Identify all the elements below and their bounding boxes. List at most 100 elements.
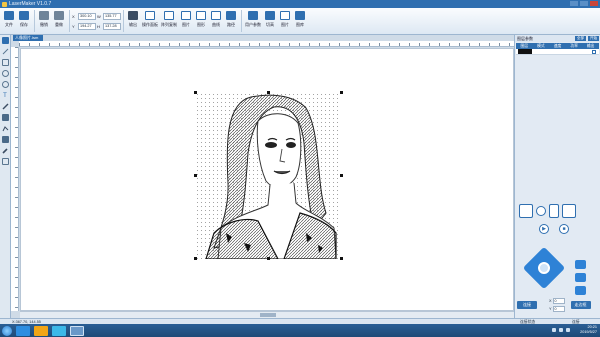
frame-tool-icon[interactable] xyxy=(1,158,9,165)
portrait-image[interactable] xyxy=(196,93,341,259)
play-button[interactable]: ▶ xyxy=(539,224,549,234)
stamp-tool-icon[interactable] xyxy=(1,136,9,143)
z-down-button[interactable] xyxy=(575,286,586,295)
polygon-tool-icon[interactable] xyxy=(1,81,9,88)
path-button[interactable]: 路径 xyxy=(224,8,238,34)
layer-panel-title: 图层参数 xyxy=(517,36,533,41)
minimize-button[interactable] xyxy=(570,1,578,6)
toolbar-divider xyxy=(123,10,124,32)
horizontal-ruler xyxy=(19,41,514,47)
all-button[interactable]: 全部 xyxy=(575,36,586,41)
selection-handle[interactable] xyxy=(340,91,343,94)
stop-button[interactable]: ■ xyxy=(559,224,569,234)
user-params-button[interactable]: 用户参数 xyxy=(244,8,262,34)
timer-icon[interactable] xyxy=(536,206,546,216)
layer-color-swatch xyxy=(518,49,532,54)
app-icon-2[interactable] xyxy=(52,325,66,336)
device-icon[interactable] xyxy=(549,204,559,218)
coordinate-fields: X 300.10 W 135.77 Y 194.27 H 137.28 xyxy=(72,12,121,30)
window-title: LaserMaker V1.0.7 xyxy=(9,1,52,7)
clock-date: 2019/5/27 xyxy=(580,330,597,334)
network-icon[interactable] xyxy=(552,328,556,332)
position-controls: 连接 X0 Y0 走边框 xyxy=(517,295,599,315)
browser-icon[interactable] xyxy=(16,325,30,336)
right-panel: 图层参数 全部 开始 图层 模式 速度 功率 输出 ▶ ■ 连接 X 0 Y 0… xyxy=(514,35,600,318)
operation-panel-button[interactable]: 操作面板 xyxy=(141,8,159,34)
library-button[interactable]: 图库 xyxy=(293,8,307,34)
direction-pad[interactable] xyxy=(522,246,566,290)
shapes-icon xyxy=(196,11,206,20)
undo-button[interactable]: 撤销 xyxy=(37,8,51,34)
w-field[interactable]: 135.77 xyxy=(103,12,121,20)
lasermaker-task-icon[interactable] xyxy=(70,325,84,336)
selection-handle[interactable] xyxy=(267,257,270,260)
column-speed: 速度 xyxy=(553,44,562,48)
output-checkbox[interactable] xyxy=(592,49,596,54)
selection-handle[interactable] xyxy=(194,91,197,94)
selection-handle[interactable] xyxy=(194,257,197,260)
clock[interactable]: 20:21 2019/5/27 xyxy=(580,325,597,335)
system-tray xyxy=(552,328,570,332)
selection-handle[interactable] xyxy=(194,174,197,177)
image-icon xyxy=(181,11,191,20)
z-home-button[interactable] xyxy=(575,273,586,282)
work-canvas[interactable] xyxy=(20,48,514,311)
selection-handle[interactable] xyxy=(267,91,270,94)
text-tool-icon[interactable]: T xyxy=(2,92,9,99)
lock-icon xyxy=(128,11,138,20)
layer-row[interactable] xyxy=(516,49,599,55)
file-explorer-icon[interactable] xyxy=(34,325,48,336)
close-button[interactable] xyxy=(590,1,598,6)
connect-icon[interactable] xyxy=(519,204,533,218)
connect-button[interactable]: 连接 xyxy=(517,301,537,309)
layer-panel-header: 图层参数 全部 开始 xyxy=(515,35,600,42)
toolbar-divider xyxy=(241,10,242,32)
dpad-home-button[interactable] xyxy=(538,262,550,274)
laser-icon[interactable] xyxy=(562,204,576,218)
image-button[interactable]: 图片 xyxy=(179,8,193,34)
toolbar-divider xyxy=(34,10,35,32)
ellipse-tool-icon[interactable] xyxy=(1,70,9,77)
curve-button[interactable]: 曲线 xyxy=(209,8,223,34)
volume-icon[interactable] xyxy=(559,328,563,332)
cut-button[interactable]: 切高 xyxy=(263,8,277,34)
y-pos-input[interactable]: 0 xyxy=(552,306,565,312)
horizontal-scrollbar[interactable] xyxy=(20,311,514,318)
h-field[interactable]: 137.28 xyxy=(103,22,121,30)
h-label: H xyxy=(97,23,100,29)
picture-button[interactable]: 图片 xyxy=(278,8,292,34)
y-pos-label: Y xyxy=(549,307,552,311)
x-field[interactable]: 300.10 xyxy=(78,12,96,20)
column-power: 功率 xyxy=(570,44,578,48)
save-button[interactable]: 保存 xyxy=(17,8,31,34)
selection-handle[interactable] xyxy=(340,257,343,260)
start-button-icon[interactable] xyxy=(2,325,12,336)
array-copy-button[interactable]: 阵列复制 xyxy=(160,8,178,34)
wrench-icon xyxy=(248,11,258,20)
column-output: 输出 xyxy=(586,44,595,48)
frame-button[interactable]: 走边框 xyxy=(570,301,591,309)
y-field[interactable]: 194.27 xyxy=(78,22,96,30)
brush-tool-icon[interactable] xyxy=(1,147,9,154)
selection-handle[interactable] xyxy=(340,174,343,177)
z-up-button[interactable] xyxy=(575,260,586,269)
line-tool-icon[interactable] xyxy=(2,48,9,55)
select-tool-icon[interactable] xyxy=(1,37,9,44)
scrollbar-thumb[interactable] xyxy=(260,313,276,317)
shapes-button[interactable]: 图形 xyxy=(194,8,208,34)
start-button[interactable]: 开始 xyxy=(588,36,599,41)
maximize-button[interactable] xyxy=(580,1,588,6)
node-tool-icon[interactable] xyxy=(2,125,9,132)
fill-tool-icon[interactable] xyxy=(1,114,9,121)
device-controls xyxy=(519,201,599,221)
rectangle-tool-icon[interactable] xyxy=(1,59,9,66)
redo-button[interactable]: 重做 xyxy=(52,8,66,34)
pen-tool-icon[interactable] xyxy=(2,103,9,110)
x-pos-label: X xyxy=(549,299,552,303)
x-label: X xyxy=(72,13,75,19)
undo-icon xyxy=(39,11,49,20)
output-button[interactable]: 输出 xyxy=(126,8,140,34)
x-pos-input[interactable]: 0 xyxy=(552,298,565,304)
file-button[interactable]: 文件 xyxy=(2,8,16,34)
ime-icon[interactable] xyxy=(566,328,570,332)
